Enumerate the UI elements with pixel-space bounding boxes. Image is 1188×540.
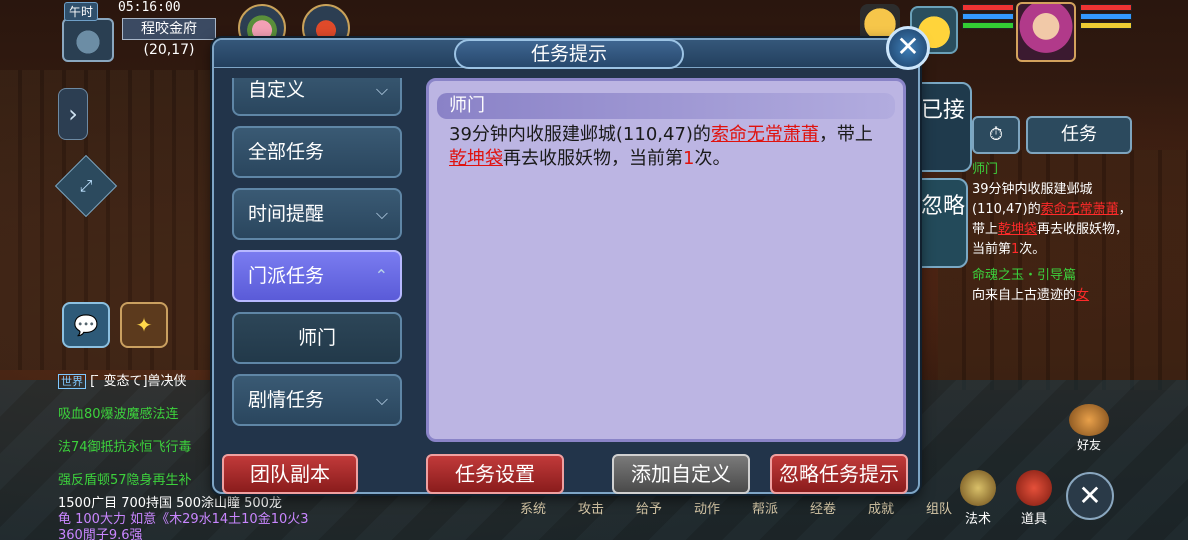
friends-button[interactable]: 好友: [1064, 404, 1114, 454]
timer-icon[interactable]: ⏱: [972, 116, 1020, 154]
chat-line: 强反盾顿57隐身再生补: [58, 473, 192, 488]
bottom-chat-log: 1500广目 700持国 500涂山瞳 500龙 龟 100大力 如意《木29水…: [58, 496, 378, 540]
location-name: 程咬金府: [122, 18, 216, 40]
menu-achievement[interactable]: 成就: [858, 498, 904, 528]
quest-target-link[interactable]: 索命无常萧莆: [711, 124, 819, 145]
minimap-icon[interactable]: [62, 18, 114, 62]
tab-accepted-quests[interactable]: 已接: [914, 82, 972, 172]
player-portrait-icon[interactable]: [1016, 2, 1076, 62]
world-channel-tag: 世界: [58, 374, 86, 389]
chat-bubble-icon[interactable]: 💬: [62, 302, 110, 348]
menu-give[interactable]: 给予: [626, 498, 672, 528]
location-coordinates: (20,17): [143, 42, 195, 58]
chat-line: 1500广目 700持国 500涂山瞳 500龙: [58, 496, 282, 511]
bag-icon: [1016, 470, 1052, 506]
subcategory-shimen[interactable]: 师门: [232, 312, 402, 364]
chat-line: 世界 [ ̄ 变态て]兽决侠: [58, 370, 218, 389]
chevron-down-icon: ⌵: [375, 390, 388, 409]
quest-tracker-panel[interactable]: 师门 39分钟内收服建邺城(110,47)的索命无常萧莆，带上乾坤袋再去收服妖物…: [972, 160, 1132, 306]
quest-detail-text: 39分钟内收服建邺城(110,47)的索命无常萧莆，带上乾坤袋再去收服妖物，当前…: [449, 124, 873, 169]
chat-line: 龟 100大力 如意《木29水14土10金10火3: [58, 512, 309, 527]
quest-item-link[interactable]: 乾坤袋: [998, 222, 1037, 237]
add-custom-button[interactable]: 添加自定义: [612, 454, 750, 494]
ignore-quest-hint-button[interactable]: 忽略任务提示: [770, 454, 908, 494]
chat-log: 世界 [ ̄ 变态て]兽决侠 吸血80爆波魔感法连 法74御抵抗永恒飞行毒 强反…: [58, 370, 218, 502]
player-status-bars: [1080, 4, 1132, 40]
quest-target-link[interactable]: 索命无常萧莆: [1041, 202, 1119, 217]
pet-status-bars: [962, 4, 1014, 40]
quest-title: 命魂之玉・引导篇: [972, 268, 1077, 283]
menu-scroll[interactable]: 经卷: [800, 498, 846, 528]
location-hud: 午时 05:16:00 程咬金府 (20,17): [58, 0, 218, 66]
clock-text: 05:16:00: [118, 0, 181, 15]
close-menu-icon[interactable]: ✕: [1066, 472, 1114, 520]
time-of-day-badge: 午时: [64, 2, 99, 21]
category-story-quests[interactable]: 剧情任务 ⌵: [232, 374, 402, 426]
quest-item-link[interactable]: 乾坤袋: [449, 148, 503, 169]
spell-icon: [960, 470, 996, 506]
quest-detail-title: 师门: [437, 93, 895, 119]
chat-line: 吸血80爆波魔感法连: [58, 407, 179, 422]
quest-category-list[interactable]: 自定义 ⌵ 全部任务 时间提醒 ⌵ 门派任务 ⌃ 师门 剧情任务 ⌵: [232, 78, 404, 436]
dialog-title: 任务提示: [454, 39, 684, 69]
reward-gift-icon[interactable]: ✦: [120, 302, 168, 348]
chat-text: [ ̄ 变态て]兽决侠: [90, 374, 187, 389]
tab-ignored-quests[interactable]: 忽略: [918, 178, 968, 268]
chat-line: 法74御抵抗永恒飞行毒: [58, 440, 192, 455]
menu-guild[interactable]: 帮派: [742, 498, 788, 528]
quest-tracker-button[interactable]: 任务: [1026, 116, 1132, 154]
chevron-down-icon: ⌵: [375, 204, 388, 223]
menu-system[interactable]: 系统: [510, 498, 556, 528]
quest-settings-button[interactable]: 任务设置: [426, 454, 564, 494]
category-all-quests[interactable]: 全部任务: [232, 126, 402, 178]
category-custom[interactable]: 自定义 ⌵: [232, 78, 402, 116]
category-sect-quests[interactable]: 门派任务 ⌃: [232, 250, 402, 302]
chevron-down-icon: ⌵: [375, 80, 388, 99]
close-icon[interactable]: ✕: [886, 26, 930, 70]
quest-detail-panel: 师门 39分钟内收服建邺城(110,47)的索命无常萧莆，带上乾坤袋再去收服妖物…: [426, 78, 906, 442]
menu-attack[interactable]: 攻击: [568, 498, 614, 528]
quest-title: 师门: [972, 162, 999, 177]
quest-description: 39分钟内收服建邺城(110,47)的索命无常萧莆，带上乾坤袋再去收服妖物，当前…: [972, 182, 1132, 257]
quest-hint-dialog: 任务提示 ✕ 自定义 ⌵ 全部任务 时间提醒 ⌵ 门派任务 ⌃ 师门 剧情任务 …: [212, 26, 930, 494]
expand-panel-arrow-icon[interactable]: ›: [58, 88, 88, 140]
chat-line: 360閒子9.6强: [58, 528, 143, 540]
chevron-up-icon: ⌃: [374, 266, 388, 285]
quest-count: 1: [683, 148, 695, 169]
quest-description: 向来自上古遗迹的女: [972, 288, 1090, 303]
team-dungeon-button[interactable]: 团队副本: [222, 454, 358, 494]
inventory-button[interactable]: 道具: [1012, 470, 1056, 527]
menu-action[interactable]: 动作: [684, 498, 730, 528]
skills-button[interactable]: 法术: [956, 470, 1000, 527]
category-time-reminder[interactable]: 时间提醒 ⌵: [232, 188, 402, 240]
handshake-icon: [1069, 404, 1109, 436]
